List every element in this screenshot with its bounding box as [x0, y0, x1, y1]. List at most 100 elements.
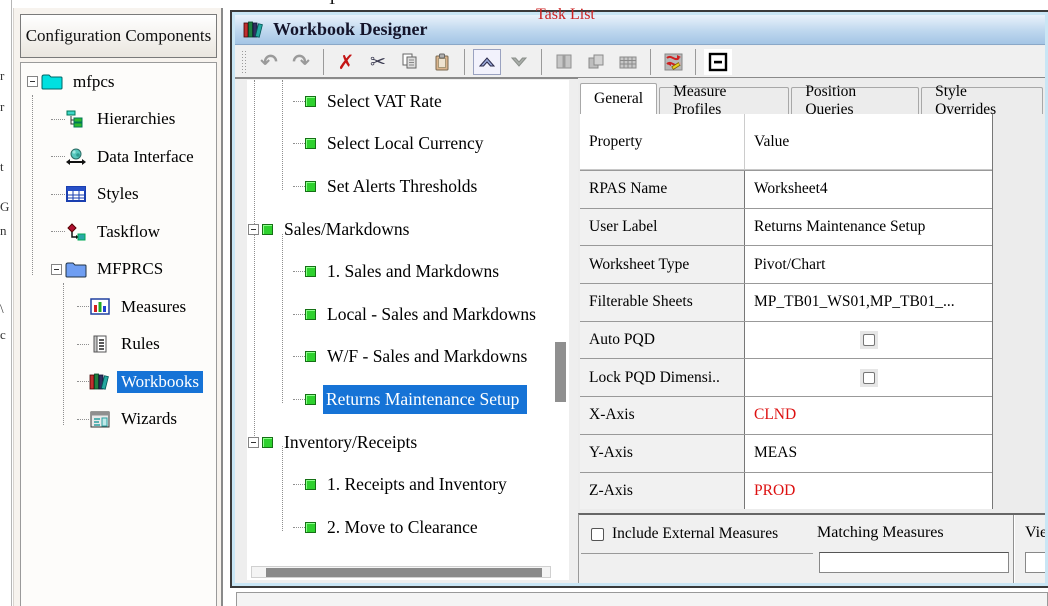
property-value[interactable]: Worksheet4 [745, 171, 992, 208]
tree-item-label: Data Interface [93, 146, 198, 168]
toolbar-separator [650, 49, 651, 75]
tree-item-select-local-currency[interactable]: Select Local Currency [247, 123, 569, 166]
collapse-expander-icon[interactable] [248, 224, 259, 235]
tree-item-mfpcs[interactable]: mfpcs [21, 63, 216, 101]
tab-style-overrides[interactable]: Style Overrides [921, 87, 1043, 114]
property-name: X-Axis [580, 397, 745, 434]
tree-item-styles[interactable]: Styles [21, 176, 216, 214]
tree-item-workbooks[interactable]: Workbooks [21, 363, 216, 401]
clipped-background-window-strip: rrtGn\c [0, 0, 12, 606]
worksheet-tree: Select VAT Rate Select Local CurrencySet … [247, 80, 569, 580]
toolbar-separator [541, 49, 542, 75]
tree-item-select-vat-rate[interactable]: Select VAT Rate [247, 80, 569, 123]
vertical-scrollbar-thumb[interactable] [555, 342, 566, 402]
measures-icon [89, 298, 111, 316]
include-external-measures-group: Include External Measures [581, 515, 813, 554]
checkbox-backing [860, 369, 878, 387]
auto-pqd-checkbox[interactable] [863, 334, 875, 346]
view-input[interactable] [1025, 552, 1045, 573]
data-interface-icon [65, 148, 87, 166]
edit-measures-button[interactable] [659, 49, 687, 75]
move-down-icon [510, 54, 528, 70]
property-value[interactable]: CLND [745, 397, 992, 434]
tree-item-mfprcs[interactable]: MFPRCS [21, 251, 216, 289]
table-row-rpas-name: RPAS NameWorksheet4 [580, 170, 992, 208]
paste-button[interactable] [428, 49, 456, 75]
property-name: Lock PQD Dimensi.. [580, 359, 745, 396]
property-value[interactable]: Pivot/Chart [745, 246, 992, 283]
collapse-expander-icon[interactable] [51, 264, 62, 275]
measures-bar: Include External Measures Matching Measu… [578, 513, 1045, 583]
tree-item-label: 1. Sales and Markdowns [323, 260, 503, 283]
table-row-auto-pqd: Auto PQD [580, 321, 992, 359]
move-down-button [505, 49, 533, 75]
delete-icon: ✗ [338, 50, 355, 74]
copy-button[interactable] [396, 49, 424, 75]
horizontal-scrollbar[interactable] [251, 566, 551, 578]
undo-icon: ↶ [260, 50, 278, 74]
tree-item-label: Sales/Markdowns [280, 218, 413, 241]
table-row-lock-pqd-dimensi: Lock PQD Dimensi.. [580, 358, 992, 396]
move-up-button[interactable] [473, 49, 501, 75]
tree-item-sales-markdowns[interactable]: Sales/Markdowns [247, 208, 569, 251]
tree-item-wizards[interactable]: Wizards [21, 401, 216, 439]
duplicate-sheet-icon [587, 53, 605, 70]
tree-item-measures[interactable]: Measures [21, 288, 216, 326]
collapse-expander-icon[interactable] [248, 437, 259, 448]
workbook-designer-titlebar[interactable]: Workbook Designer [235, 15, 1045, 45]
tree-item-rules[interactable]: Rules [21, 326, 216, 364]
tree-item-label: W/F - Sales and Markdowns [323, 345, 531, 368]
rules-icon [89, 335, 111, 353]
property-name: Z-Axis [580, 473, 745, 510]
tree-item-returns-maintenance-setup[interactable]: Returns Maintenance Setup [247, 378, 569, 421]
tree-item-inventory-receipts[interactable]: Inventory/Receipts [247, 421, 569, 464]
tree-item-hierarchies[interactable]: Hierarchies [21, 101, 216, 139]
property-value[interactable]: MP_TB01_WS01,MP_TB01_... [745, 284, 992, 321]
clipped-text-fragment: \ [0, 301, 4, 317]
property-value[interactable]: MEAS [745, 435, 992, 472]
tree-connector [51, 119, 65, 120]
toolbar-separator [695, 49, 696, 75]
tree-item-data-interface[interactable]: Data Interface [21, 138, 216, 176]
tree-item-label: Local - Sales and Markdowns [323, 303, 540, 326]
tab-measure-profiles[interactable]: Measure Profiles [659, 87, 789, 114]
tree-item-label: Wizards [117, 408, 181, 430]
tree-connector [293, 399, 305, 400]
tree-item-1-sales-and-markdowns[interactable]: 1. Sales and Markdowns [247, 250, 569, 293]
delete-button[interactable]: ✗ [332, 49, 360, 75]
tab-general[interactable]: General [580, 83, 657, 114]
tree-item-1-receipts-and-inventory[interactable]: 1. Receipts and Inventory [247, 463, 569, 506]
matching-measures-label: Matching Measures [817, 524, 944, 542]
cut-button[interactable]: ✂ [364, 49, 392, 75]
property-value[interactable]: PROD [745, 473, 992, 510]
toolbar-grip[interactable] [241, 50, 247, 74]
clipped-text-fragment: G [0, 199, 9, 215]
collapse-all-button[interactable] [704, 49, 732, 75]
tab-position-queries[interactable]: Position Queries [791, 87, 919, 114]
column-header-property: Property [580, 114, 745, 169]
lock-pqd-dimensi-checkbox[interactable] [863, 372, 875, 384]
grid-view-button [614, 49, 642, 75]
tree-item-local-sales-and-markdowns[interactable]: Local - Sales and Markdowns [247, 293, 569, 336]
tree-connector [51, 156, 65, 157]
tree-item-label: Select VAT Rate [323, 90, 446, 113]
tree-item-taskflow[interactable]: Taskflow [21, 213, 216, 251]
tree-connector [77, 419, 89, 420]
tree-item-set-alerts-thresholds[interactable]: Set Alerts Thresholds [247, 165, 569, 208]
property-name: Auto PQD [580, 322, 745, 359]
folder-blue-icon [65, 260, 87, 278]
horizontal-scrollbar-thumb[interactable] [266, 568, 542, 577]
property-value[interactable]: Returns Maintenance Setup [745, 209, 992, 246]
workbooks-icon [89, 373, 111, 391]
checkbox-backing [860, 331, 878, 349]
property-value [745, 322, 992, 359]
tree-item-label: Inventory/Receipts [280, 431, 421, 454]
workbooks-icon [243, 20, 265, 39]
include-external-measures-checkbox[interactable] [591, 528, 604, 541]
collapse-expander-icon[interactable] [27, 76, 38, 87]
tree-item-2-move-to-clearance[interactable]: 2. Move to Clearance [247, 506, 569, 549]
tree-item-w-f-sales-and-markdowns[interactable]: W/F - Sales and Markdowns [247, 336, 569, 379]
redo-button: ↷ [287, 49, 315, 75]
matching-measures-input[interactable] [819, 552, 1009, 573]
designer-toolbar: ↶ ↷ ✗ ✂ [235, 46, 1045, 79]
